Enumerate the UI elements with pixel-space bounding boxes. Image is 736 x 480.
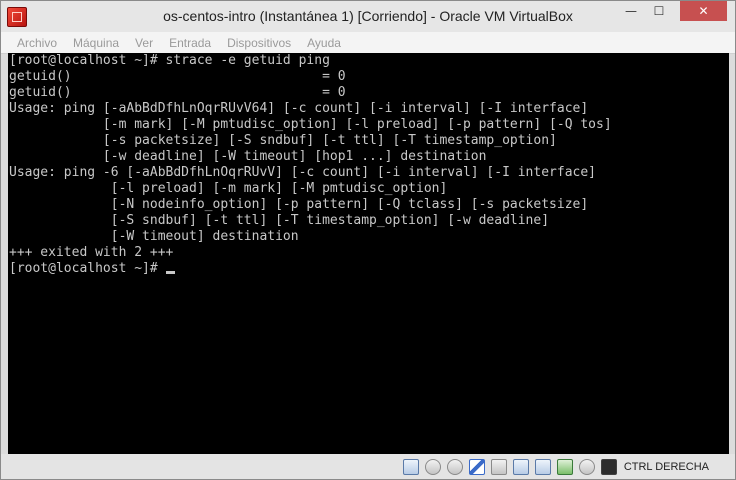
terminal-line: [-W timeout] destination	[9, 229, 299, 244]
terminal-output: [root@localhost ~]# strace -e getuid pin…	[8, 53, 729, 277]
hard-disk-icon[interactable]	[402, 458, 419, 475]
vm-screen[interactable]: [root@localhost ~]# strace -e getuid pin…	[8, 53, 729, 454]
menu-ayuda[interactable]: Ayuda	[299, 36, 349, 50]
terminal-prompt-line[interactable]: [root@localhost ~]#	[9, 261, 729, 277]
menu-archivo[interactable]: Archivo	[1, 36, 65, 50]
menu-bar: Archivo Máquina Ver Entrada Dispositivos…	[1, 32, 735, 54]
folder-icon[interactable]	[490, 458, 507, 475]
terminal-line: getuid() = 0	[9, 85, 346, 100]
menu-ver[interactable]: Ver	[127, 36, 161, 50]
close-button[interactable]: ✕	[680, 1, 727, 21]
terminal-line: [-s packetsize] [-S sndbuf] [-t ttl] [-T…	[9, 133, 557, 148]
virtualbox-window: os-centos-intro (Instantánea 1) [Corrien…	[0, 0, 736, 480]
status-bar: CTRL DERECHA	[1, 454, 735, 479]
terminal-line: +++ exited with 2 +++	[9, 245, 174, 260]
host-key-label: CTRL DERECHA	[623, 460, 709, 473]
title-bar[interactable]: os-centos-intro (Instantánea 1) [Corrien…	[1, 1, 735, 32]
audio-icon[interactable]	[446, 458, 463, 475]
terminal-line: [-m mark] [-M pmtudisc_option] [-l prelo…	[9, 117, 612, 132]
minimize-button[interactable]: —	[617, 1, 645, 21]
terminal-line: [-N nodeinfo_option] [-p pattern] [-Q tc…	[9, 197, 589, 212]
terminal-cursor	[165, 271, 175, 274]
network-icon[interactable]	[534, 458, 551, 475]
terminal-line: [-S sndbuf] [-t ttl] [-T timestamp_optio…	[9, 213, 550, 228]
pen-icon[interactable]	[468, 458, 485, 475]
optical-drive-icon[interactable]	[424, 458, 441, 475]
maximize-button[interactable]: ☐	[645, 1, 673, 21]
menu-entrada[interactable]: Entrada	[161, 36, 219, 50]
mouse-capture-icon[interactable]	[600, 458, 617, 475]
cd-icon[interactable]	[578, 458, 595, 475]
display-icon[interactable]	[512, 458, 529, 475]
terminal-line: Usage: ping -6 [-aAbBdDfhLnOqrRUvV] [-c …	[9, 165, 596, 180]
usb-icon[interactable]	[556, 458, 573, 475]
terminal-line: [-l preload] [-m mark] [-M pmtudisc_opti…	[9, 181, 448, 196]
terminal-line: Usage: ping [-aAbBdDfhLnOqrRUvV64] [-c c…	[9, 101, 589, 116]
terminal-line: [-w deadline] [-W timeout] [hop1 ...] de…	[9, 149, 487, 164]
terminal-line: getuid() = 0	[9, 69, 346, 84]
menu-dispositivos[interactable]: Dispositivos	[219, 36, 299, 50]
terminal-line: [root@localhost ~]# strace -e getuid pin…	[9, 53, 330, 68]
terminal-prompt: [root@localhost ~]#	[9, 261, 166, 276]
menu-maquina[interactable]: Máquina	[65, 36, 127, 50]
